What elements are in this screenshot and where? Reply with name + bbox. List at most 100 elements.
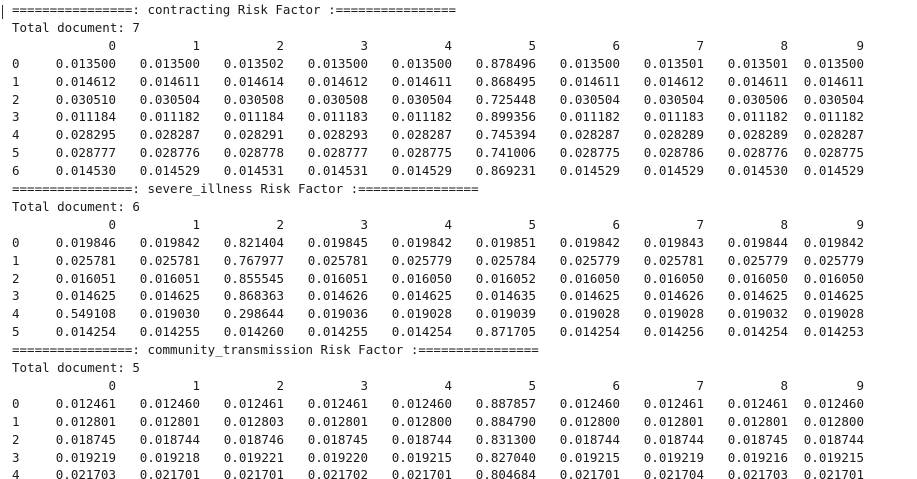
table-cell: 0.013500: [391, 55, 452, 71]
table-cell: 0.827040: [475, 449, 536, 465]
table-cell: 0.028287: [559, 127, 620, 143]
table-cell: 0.019219: [55, 449, 116, 465]
table-cell: 0.012460: [803, 395, 864, 411]
table-cell: 0.014635: [475, 288, 536, 304]
table-cell: 0.030510: [55, 91, 116, 107]
table-cell: 0.014625: [803, 288, 864, 304]
table-cell: 0.028776: [727, 145, 788, 161]
table-cell: 0.013500: [559, 55, 620, 71]
table-cell: 0.028295: [55, 127, 116, 143]
row-index: 2: [12, 91, 20, 107]
table-cell: 0.021704: [643, 467, 704, 479]
table-cell: 0.014529: [391, 163, 452, 179]
table-cell: 0.012803: [223, 413, 284, 429]
table-cell: 0.019036: [307, 306, 368, 322]
table-cell: 0.019028: [559, 306, 620, 322]
column-header: 8: [780, 216, 788, 232]
table-cell: 0.016050: [643, 270, 704, 286]
column-header: 7: [696, 377, 704, 393]
table-cell: 0.028289: [727, 127, 788, 143]
table-cell: 0.012801: [727, 413, 788, 429]
table-cell: 0.012460: [391, 395, 452, 411]
table-cell: 0.868495: [475, 73, 536, 89]
column-header: 9: [856, 377, 864, 393]
table-cell: 0.014530: [727, 163, 788, 179]
table-cell: 0.012800: [559, 413, 620, 429]
table-cell: 0.887857: [475, 395, 536, 411]
table-cell: 0.013502: [223, 55, 284, 71]
table-cell: 0.012801: [55, 413, 116, 429]
row-index: 3: [12, 109, 20, 125]
table-cell: 0.804684: [475, 467, 536, 479]
table-cell: 0.014254: [55, 324, 116, 340]
table-cell: 0.021701: [803, 467, 864, 479]
table-cell: 0.012800: [803, 413, 864, 429]
table-cell: 0.030506: [727, 91, 788, 107]
row-index: 6: [12, 163, 20, 179]
table-cell: 0.016050: [727, 270, 788, 286]
table-cell: 0.019842: [803, 234, 864, 250]
table-cell: 0.028287: [391, 127, 452, 143]
table-cell: 0.016051: [307, 270, 368, 286]
table-cell: 0.019215: [803, 449, 864, 465]
table-cell: 0.025779: [559, 252, 620, 268]
table-cell: 0.869231: [475, 163, 536, 179]
table-cell: 0.012460: [559, 395, 620, 411]
table-cell: 0.019032: [727, 306, 788, 322]
table-cell: 0.014625: [391, 288, 452, 304]
risk-factor-header: ================: severe_illness Risk Fa…: [12, 181, 479, 196]
column-header: 4: [444, 377, 452, 393]
table-cell: 0.019215: [391, 449, 452, 465]
table-cell: 0.014260: [223, 324, 284, 340]
table-cell: 0.021701: [139, 467, 200, 479]
table-cell: 0.030508: [307, 91, 368, 107]
table-cell: 0.014529: [559, 163, 620, 179]
column-header: 7: [696, 216, 704, 232]
table-cell: 0.019842: [391, 234, 452, 250]
table-cell: 0.028287: [803, 127, 864, 143]
table-cell: 0.028776: [139, 145, 200, 161]
table-cell: 0.028775: [391, 145, 452, 161]
table-cell: 0.014529: [139, 163, 200, 179]
table-cell: 0.012461: [55, 395, 116, 411]
total-document-line: Total document: 5: [12, 360, 140, 375]
table-cell: 0.014254: [391, 324, 452, 340]
table-cell: 0.549108: [55, 306, 116, 322]
table-cell: 0.868363: [223, 288, 284, 304]
table-cell: 0.012800: [391, 413, 452, 429]
column-header: 6: [612, 37, 620, 53]
column-header: 4: [444, 37, 452, 53]
table-cell: 0.021701: [223, 467, 284, 479]
row-index: 3: [12, 288, 20, 304]
table-cell: 0.014625: [55, 288, 116, 304]
table-cell: 0.019842: [559, 234, 620, 250]
table-cell: 0.011184: [223, 109, 284, 125]
table-cell: 0.014255: [139, 324, 200, 340]
table-cell: 0.014530: [55, 163, 116, 179]
table-cell: 0.012461: [727, 395, 788, 411]
table-cell: 0.018744: [139, 431, 200, 447]
column-header: 3: [360, 37, 368, 53]
table-cell: 0.019028: [643, 306, 704, 322]
table-cell: 0.011184: [55, 109, 116, 125]
table-cell: 0.011182: [803, 109, 864, 125]
table-cell: 0.021702: [307, 467, 368, 479]
table-cell: 0.012460: [139, 395, 200, 411]
table-cell: 0.018744: [643, 431, 704, 447]
table-cell: 0.018744: [559, 431, 620, 447]
table-cell: 0.014625: [139, 288, 200, 304]
table-cell: 0.019030: [139, 306, 200, 322]
column-header: 1: [192, 216, 200, 232]
table-cell: 0.019028: [803, 306, 864, 322]
table-cell: 0.028293: [307, 127, 368, 143]
column-header: 2: [276, 37, 284, 53]
table-cell: 0.019028: [391, 306, 452, 322]
table-cell: 0.030504: [559, 91, 620, 107]
table-cell: 0.019221: [223, 449, 284, 465]
output-cursor: [2, 5, 3, 19]
table-cell: 0.014254: [559, 324, 620, 340]
table-cell: 0.018745: [307, 431, 368, 447]
row-index: 4: [12, 127, 20, 143]
row-index: 1: [12, 252, 20, 268]
table-cell: 0.025779: [391, 252, 452, 268]
